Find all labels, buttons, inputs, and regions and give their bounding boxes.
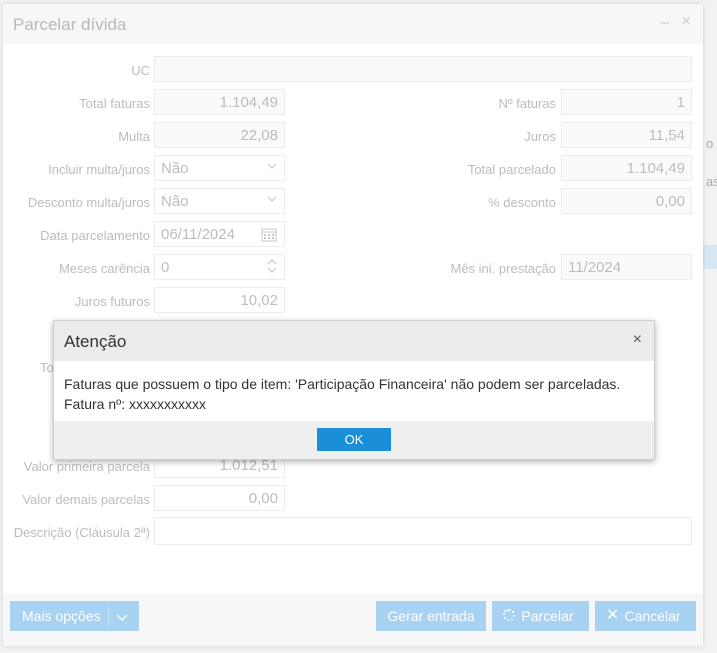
alert-title: Atenção [64,332,127,351]
alert-message: Faturas que possuem o tipo de item: 'Par… [64,374,649,414]
alert-message-line1: Faturas que possuem o tipo de item: 'Par… [64,376,621,392]
alert-message-line2: Fatura nº: xxxxxxxxxxx [64,394,649,414]
fatura-label: Fatura nº: [64,396,126,412]
alert-header: Atenção × [54,321,654,361]
fatura-number: xxxxxxxxxxx [129,396,207,412]
atencao-alert-dialog: Atenção × Faturas que possuem o tipo de … [53,320,655,460]
alert-footer: OK [54,421,654,459]
ok-button[interactable]: OK [317,428,391,451]
close-icon[interactable]: × [633,331,642,349]
